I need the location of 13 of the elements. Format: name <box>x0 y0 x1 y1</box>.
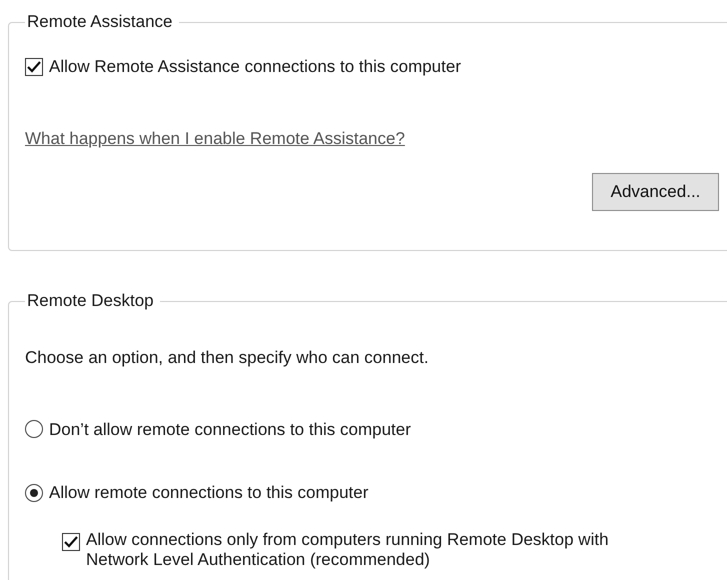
radio-label[interactable]: Don’t allow remote connections to this computer <box>49 416 411 442</box>
radio-button[interactable] <box>25 420 43 438</box>
radio-button[interactable] <box>25 484 43 502</box>
help-link[interactable]: What happens when I enable Remote Assistance? <box>25 128 405 148</box>
instruction-text: Choose an option, and then specify who can connect. <box>25 347 430 369</box>
checkbox-label[interactable]: Allow Remote Assistance connections to this computer <box>49 54 461 80</box>
group-title: Remote Assistance <box>26 11 174 33</box>
group-title: Remote Desktop <box>26 290 155 312</box>
checkbox[interactable] <box>62 532 80 550</box>
checkbox[interactable] <box>25 58 43 76</box>
checkbox-label[interactable]: Allow connections only from computers running Remote Desktop with Network Level Authentication (recommended) <box>86 530 631 570</box>
radio-label[interactable]: Allow remote connections to this computer <box>49 480 368 506</box>
advanced-button[interactable]: Advanced... <box>592 173 719 211</box>
